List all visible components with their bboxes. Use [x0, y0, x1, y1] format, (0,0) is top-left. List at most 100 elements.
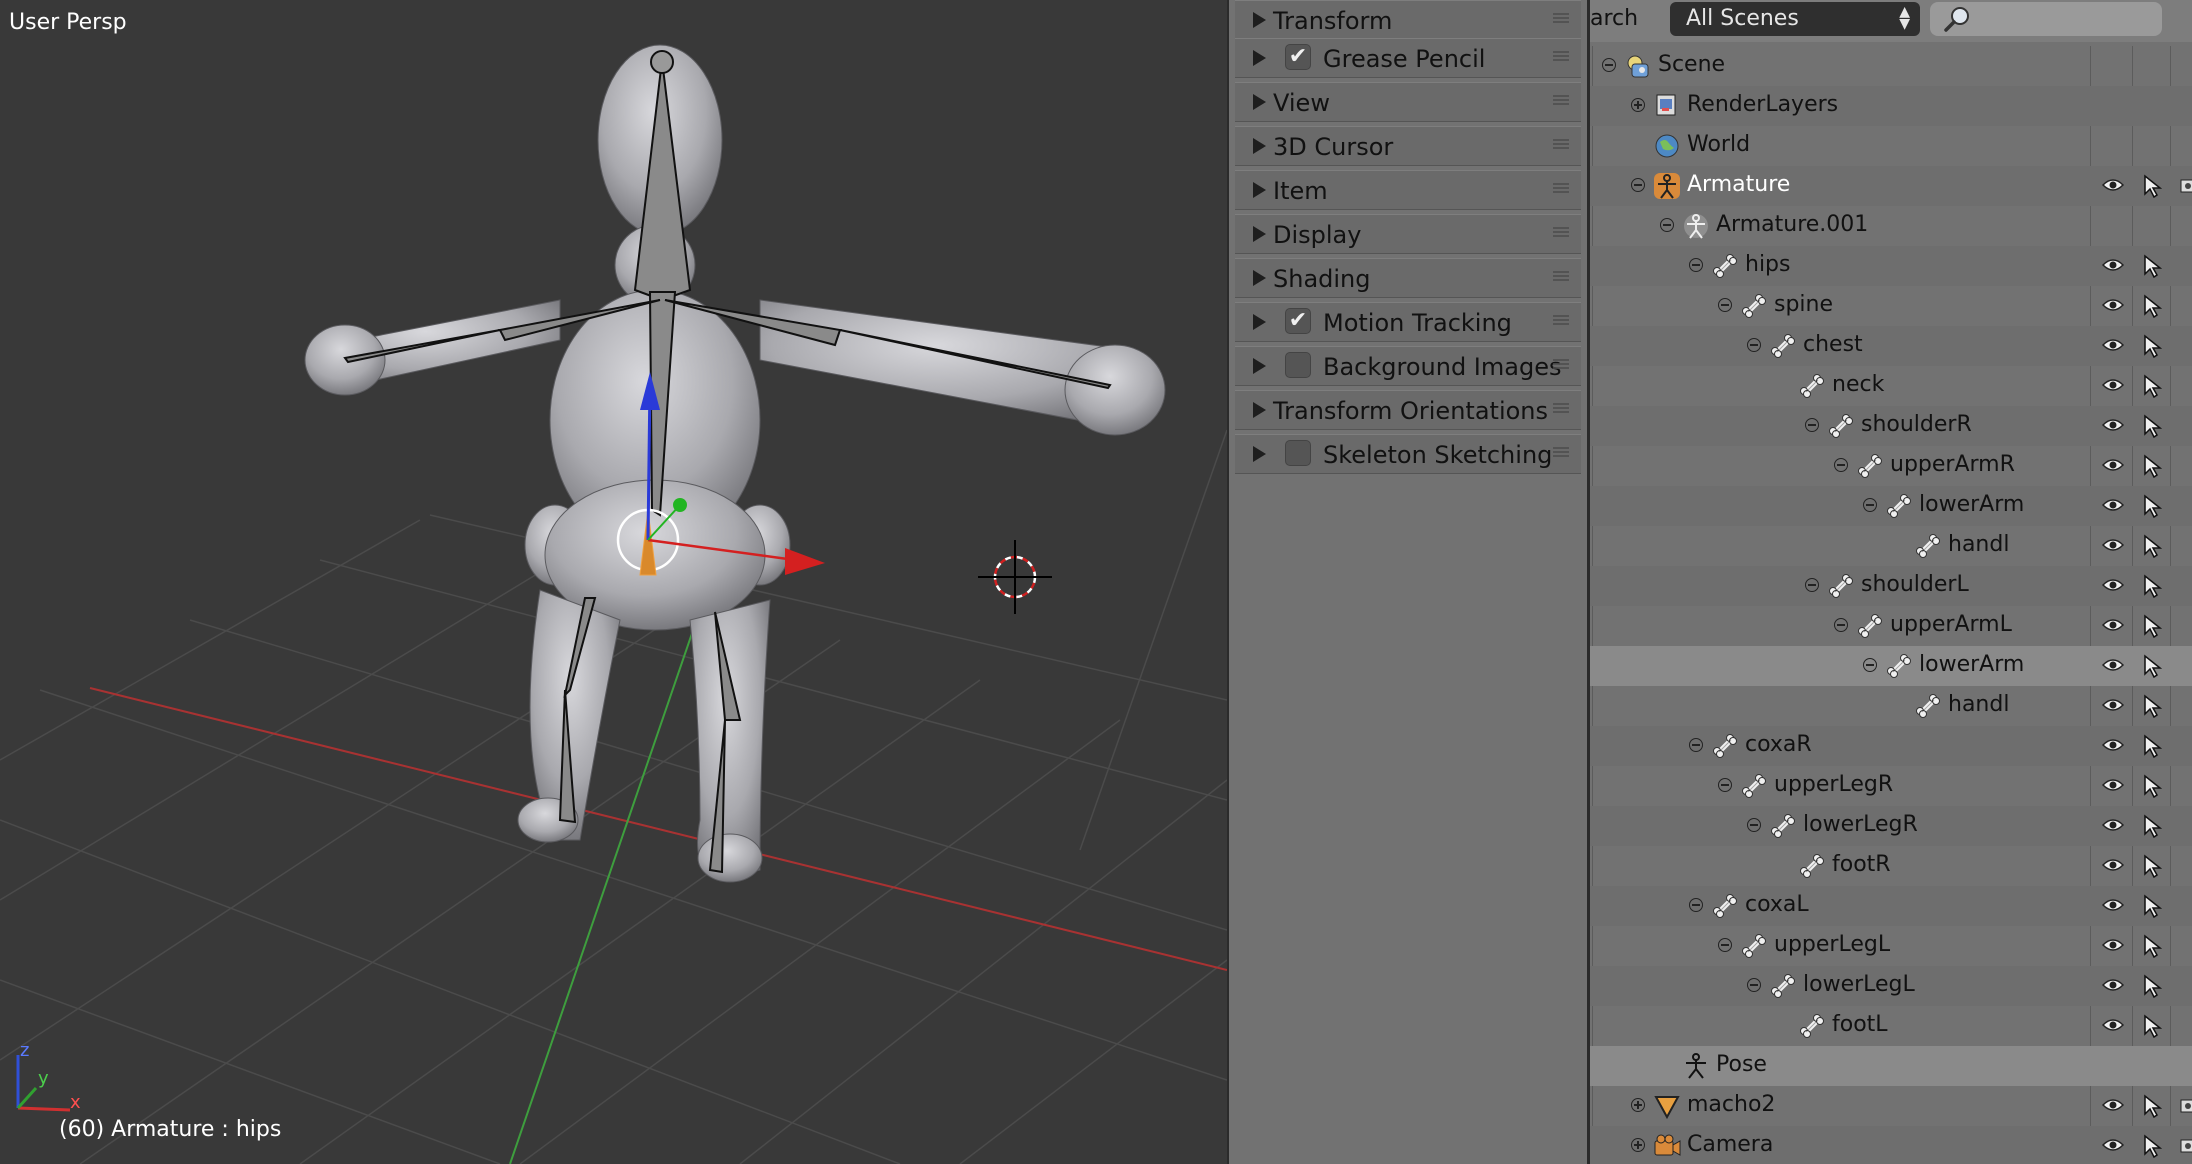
selectable-cursor-icon[interactable] [2142, 974, 2163, 1002]
3d-viewport[interactable]: User Persp (60) Armature : hips z y x [0, 0, 1227, 1164]
selectable-cursor-icon[interactable] [2142, 574, 2163, 602]
outliner-row[interactable]: shoulderL [1590, 566, 2192, 606]
collapse-icon[interactable] [1747, 978, 1761, 992]
outliner-item-label[interactable]: neck [1832, 372, 1884, 397]
drag-grip-icon[interactable] [1553, 95, 1569, 107]
collapse-icon[interactable] [1689, 738, 1703, 752]
visibility-eye-icon[interactable] [2101, 1097, 2125, 1117]
expand-triangle-icon[interactable] [1253, 358, 1266, 374]
outliner-item-label[interactable]: handl [1948, 532, 2009, 557]
outliner-row[interactable]: Scene [1590, 46, 2192, 86]
visibility-eye-icon[interactable] [2101, 617, 2125, 637]
expand-triangle-icon[interactable] [1253, 446, 1266, 462]
expand-triangle-icon[interactable] [1253, 50, 1266, 66]
outliner-item-label[interactable]: Armature.001 [1716, 212, 1868, 237]
selectable-cursor-icon[interactable] [2142, 494, 2163, 522]
outliner-row[interactable]: Armature.001 [1590, 206, 2192, 246]
collapse-icon[interactable] [1631, 178, 1645, 192]
expand-icon[interactable] [1631, 1138, 1645, 1152]
outliner-item-label[interactable]: lowerArm [1919, 652, 2024, 677]
visibility-eye-icon[interactable] [2101, 817, 2125, 837]
outliner-row[interactable]: Pose [1590, 1046, 2192, 1086]
selectable-cursor-icon[interactable] [2142, 614, 2163, 642]
outliner-row[interactable]: lowerLegR [1590, 806, 2192, 846]
outliner-row[interactable]: upperLegL [1590, 926, 2192, 966]
outliner-item-label[interactable]: World [1687, 132, 1750, 157]
section-checkbox[interactable]: ✔ [1285, 308, 1311, 334]
section-checkbox[interactable]: ✔ [1285, 44, 1311, 70]
display-mode-select[interactable]: All Scenes ▲ ▼ [1670, 2, 1920, 36]
outliner-item-label[interactable]: upperLegL [1774, 932, 1890, 957]
outliner-item-label[interactable]: Armature [1687, 172, 1790, 197]
outliner-row[interactable]: neck [1590, 366, 2192, 406]
outliner-item-label[interactable]: coxaL [1745, 892, 1809, 917]
expand-icon[interactable] [1631, 1098, 1645, 1112]
drag-grip-icon[interactable] [1553, 183, 1569, 195]
outliner-item-label[interactable]: coxaR [1745, 732, 1812, 757]
outliner-row[interactable]: coxaL [1590, 886, 2192, 926]
panel-section-transform[interactable]: Transform [1235, 0, 1581, 40]
outliner-row[interactable]: lowerArm [1590, 646, 2192, 686]
outliner-item-label[interactable]: upperArmL [1890, 612, 2012, 637]
visibility-eye-icon[interactable] [2101, 497, 2125, 517]
outliner-row[interactable]: upperArmL [1590, 606, 2192, 646]
visibility-eye-icon[interactable] [2101, 697, 2125, 717]
expand-triangle-icon[interactable] [1253, 138, 1266, 154]
visibility-eye-icon[interactable] [2101, 657, 2125, 677]
outliner-item-label[interactable]: chest [1803, 332, 1863, 357]
collapse-icon[interactable] [1805, 418, 1819, 432]
outliner-item-label[interactable]: lowerLegR [1803, 812, 1918, 837]
panel-section-item[interactable]: Item [1235, 170, 1581, 210]
panel-section-shading[interactable]: Shading [1235, 258, 1581, 298]
expand-triangle-icon[interactable] [1253, 226, 1266, 242]
visibility-eye-icon[interactable] [2101, 537, 2125, 557]
outliner-row[interactable]: RenderLayers [1590, 86, 2192, 126]
visibility-eye-icon[interactable] [2101, 1017, 2125, 1037]
drag-grip-icon[interactable] [1553, 13, 1569, 25]
outliner-item-label[interactable]: lowerLegL [1803, 972, 1915, 997]
selectable-cursor-icon[interactable] [2142, 654, 2163, 682]
outliner-item-label[interactable]: footR [1832, 852, 1891, 877]
collapse-icon[interactable] [1863, 498, 1877, 512]
outliner-item-label[interactable]: shoulderL [1861, 572, 1969, 597]
collapse-icon[interactable] [1689, 898, 1703, 912]
selectable-cursor-icon[interactable] [2142, 1014, 2163, 1042]
selectable-cursor-icon[interactable] [2142, 1094, 2163, 1122]
drag-grip-icon[interactable] [1553, 227, 1569, 239]
collapse-icon[interactable] [1834, 458, 1848, 472]
panel-section-motion-tracking[interactable]: ✔ Motion Tracking [1235, 302, 1581, 342]
outliner-item-label[interactable]: handl [1948, 692, 2009, 717]
outliner-item-label[interactable]: hips [1745, 252, 1790, 277]
outliner-row[interactable]: macho2 [1590, 1086, 2192, 1126]
collapse-icon[interactable] [1805, 578, 1819, 592]
visibility-eye-icon[interactable] [2101, 977, 2125, 997]
drag-grip-icon[interactable] [1553, 271, 1569, 283]
selectable-cursor-icon[interactable] [2142, 294, 2163, 322]
expand-triangle-icon[interactable] [1253, 94, 1266, 110]
outliner-row[interactable]: World [1590, 126, 2192, 166]
drag-grip-icon[interactable] [1553, 139, 1569, 151]
outliner-item-label[interactable]: RenderLayers [1687, 92, 1838, 117]
drag-grip-icon[interactable] [1553, 51, 1569, 63]
selectable-cursor-icon[interactable] [2142, 934, 2163, 962]
outliner-row[interactable]: Camera [1590, 1126, 2192, 1164]
selectable-cursor-icon[interactable] [2142, 854, 2163, 882]
visibility-eye-icon[interactable] [2101, 777, 2125, 797]
section-checkbox[interactable] [1285, 440, 1311, 466]
panel-section-display[interactable]: Display [1235, 214, 1581, 254]
outliner-item-label[interactable]: macho2 [1687, 1092, 1775, 1117]
visibility-eye-icon[interactable] [2101, 257, 2125, 277]
section-checkbox[interactable] [1285, 352, 1311, 378]
drag-grip-icon[interactable] [1553, 359, 1569, 371]
collapse-icon[interactable] [1747, 338, 1761, 352]
selectable-cursor-icon[interactable] [2142, 454, 2163, 482]
selectable-cursor-icon[interactable] [2142, 894, 2163, 922]
expand-triangle-icon[interactable] [1253, 402, 1266, 418]
render-camera-icon[interactable] [2180, 1136, 2192, 1160]
outliner-item-label[interactable]: lowerArm [1919, 492, 2024, 517]
outliner-row[interactable]: footL [1590, 1006, 2192, 1046]
outliner-item-label[interactable]: footL [1832, 1012, 1888, 1037]
panel-section-skeleton-sketching[interactable]: Skeleton Sketching [1235, 434, 1581, 474]
visibility-eye-icon[interactable] [2101, 937, 2125, 957]
panel-section-transform-orientations[interactable]: Transform Orientations [1235, 390, 1581, 430]
